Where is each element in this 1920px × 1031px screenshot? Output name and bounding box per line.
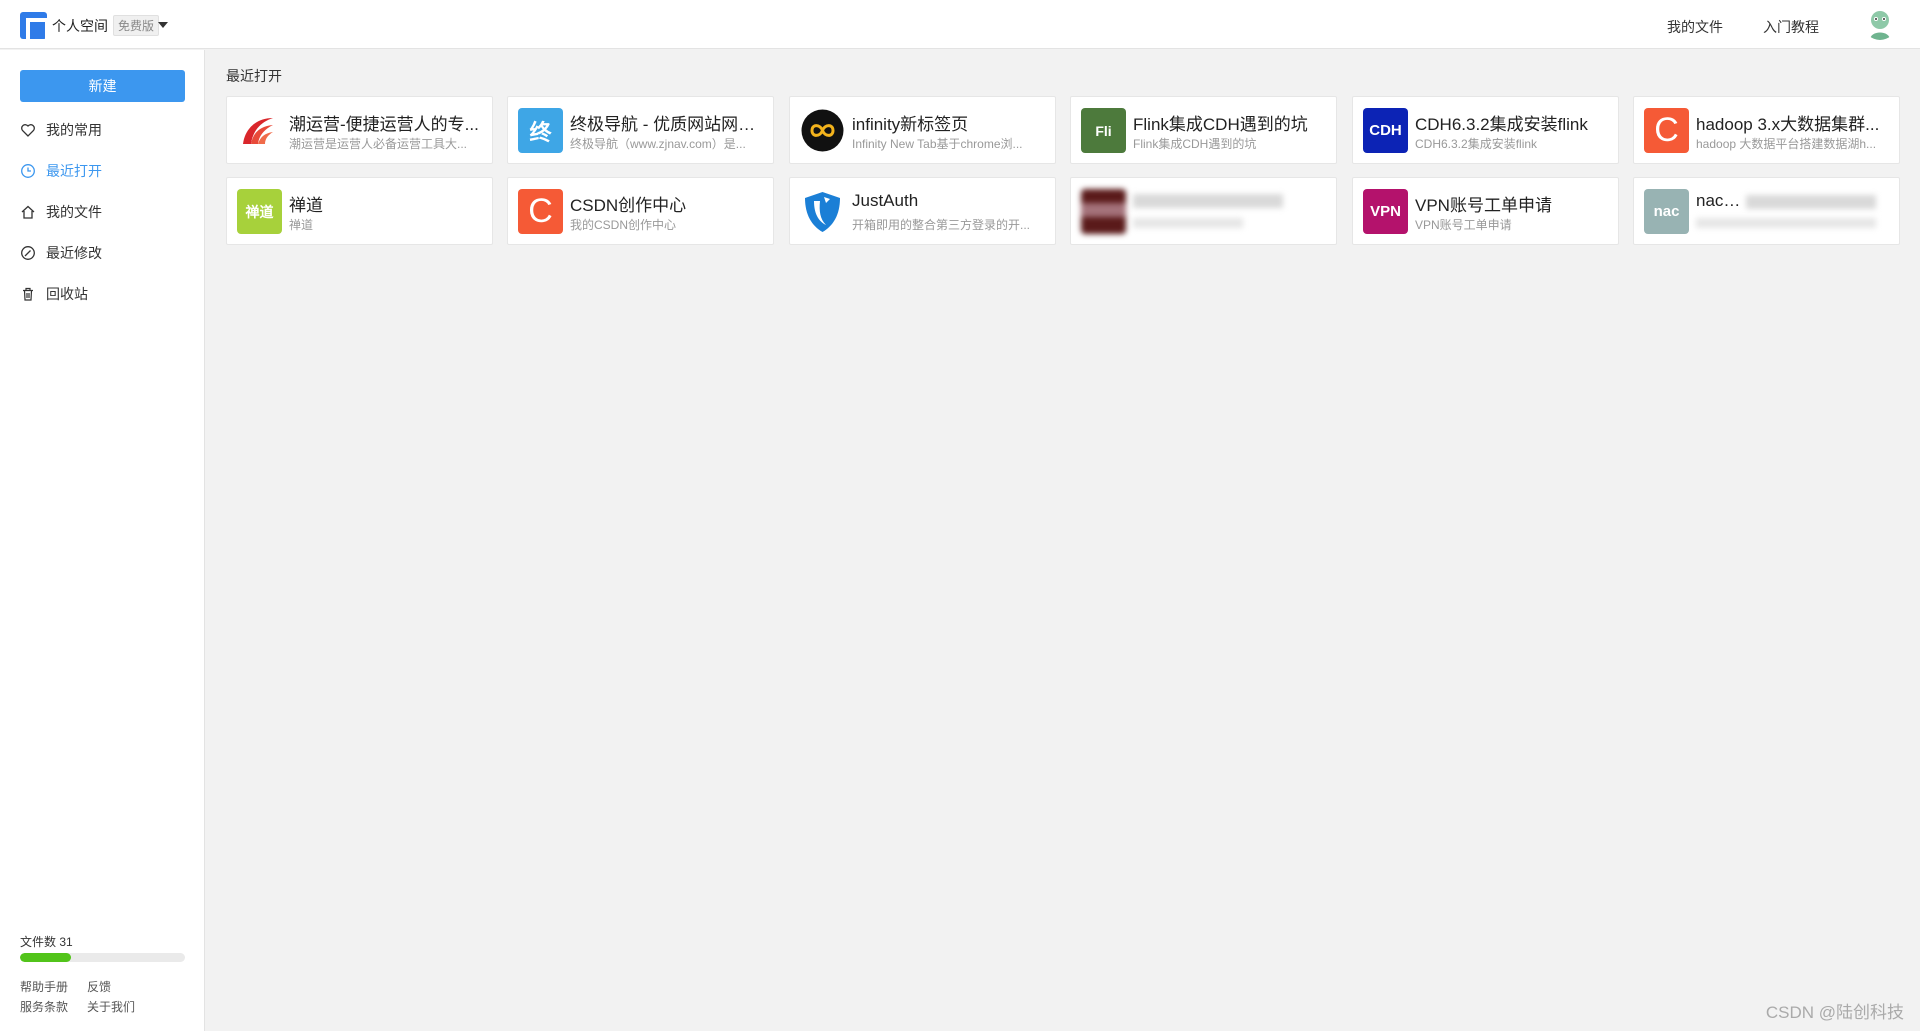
redacted-desc <box>1133 218 1243 228</box>
redacted-icon <box>1081 189 1126 234</box>
sidebar-item-label: 最近修改 <box>46 245 102 261</box>
plan-badge: 免费版 <box>113 15 160 36</box>
card-title: nacos- <box>1696 191 1746 210</box>
card-title: 终极导航 - 优质网站网址... <box>570 115 765 134</box>
nav-my-files[interactable]: 我的文件 <box>1667 17 1723 37</box>
top-bar: 个人空间 免费版 我的文件 入门教程 <box>0 0 1920 49</box>
card-title: VPN账号工单申请 <box>1415 196 1552 215</box>
recent-card[interactable]: infinity新标签页 Infinity New Tab基于chrome浏..… <box>789 96 1056 164</box>
chaoyunying-icon <box>237 108 282 153</box>
clock-icon <box>20 163 36 179</box>
sidebar-item-recent-edits[interactable]: 最近修改 <box>20 241 190 265</box>
help-link[interactable]: 帮助手册 <box>20 978 68 995</box>
card-desc: 禅道 <box>289 218 314 232</box>
flink-icon: Fli <box>1081 108 1126 153</box>
app-logo[interactable] <box>20 12 49 43</box>
sidebar-item-label: 最近打开 <box>46 163 102 179</box>
sidebar: 新建 我的常用 最近打开 我的文件 最近修改 回收站 文件数 31 帮助手册 反… <box>0 50 205 1031</box>
card-desc: 潮运营是运营人必备运营工具大... <box>289 137 468 151</box>
file-count: 文件数 31 <box>20 935 73 949</box>
card-title: hadoop 3.x大数据集群... <box>1696 115 1880 134</box>
nacos-icon: nac <box>1644 189 1689 234</box>
csdn-icon: C <box>1644 108 1689 153</box>
card-desc: hadoop 大数据平台搭建数据湖h... <box>1696 137 1877 151</box>
infinity-icon <box>800 108 845 153</box>
card-desc: 开箱即用的整合第三方登录的开... <box>852 218 1031 232</box>
edit-icon <box>20 245 36 261</box>
sidebar-item-favorites[interactable]: 我的常用 <box>20 118 190 142</box>
vpn-icon: VPN <box>1363 189 1408 234</box>
trash-icon <box>20 286 36 302</box>
sidebar-item-recent[interactable]: 最近打开 <box>20 159 190 183</box>
card-desc: VPN账号工单申请 <box>1415 218 1512 232</box>
new-button[interactable]: 新建 <box>20 70 185 102</box>
recent-card[interactable]: VPN VPN账号工单申请 VPN账号工单申请 <box>1352 177 1619 245</box>
card-desc: Infinity New Tab基于chrome浏... <box>852 137 1023 151</box>
card-title: 潮运营-便捷运营人的专... <box>289 115 479 134</box>
sidebar-item-label: 我的常用 <box>46 122 102 138</box>
about-link[interactable]: 关于我们 <box>87 998 135 1015</box>
home-icon <box>20 204 36 220</box>
nav-tutorial[interactable]: 入门教程 <box>1763 17 1819 37</box>
watermark: CSDN @陆创科技 <box>1765 1003 1904 1022</box>
sidebar-item-my-files[interactable]: 我的文件 <box>20 200 190 224</box>
recent-card[interactable]: 禅道 禅道 禅道 <box>226 177 493 245</box>
sidebar-item-label: 我的文件 <box>46 204 102 220</box>
recent-card[interactable] <box>1070 177 1337 245</box>
sidebar-item-trash[interactable]: 回收站 <box>20 282 190 306</box>
recent-card[interactable]: C CSDN创作中心 我的CSDN创作中心 <box>507 177 774 245</box>
card-title: 禅道 <box>289 196 323 215</box>
card-title: CSDN创作中心 <box>570 196 687 215</box>
redacted-title <box>1746 195 1876 209</box>
feedback-link[interactable]: 反馈 <box>87 978 111 995</box>
card-title: Flink集成CDH遇到的坑 <box>1133 115 1308 134</box>
card-title: infinity新标签页 <box>852 115 969 134</box>
card-title: JustAuth <box>852 191 919 210</box>
redacted-desc <box>1696 218 1876 228</box>
sidebar-item-label: 回收站 <box>46 286 88 302</box>
terms-link[interactable]: 服务条款 <box>20 998 68 1015</box>
card-desc: Flink集成CDH遇到的坑 <box>1133 137 1257 151</box>
card-desc: 终极导航（www.zjnav.com）是... <box>570 137 746 151</box>
card-desc: CDH6.3.2集成安装flink <box>1415 137 1538 151</box>
recent-card[interactable]: 终 终极导航 - 优质网站网址... 终极导航（www.zjnav.com）是.… <box>507 96 774 164</box>
avatar[interactable] <box>1864 8 1896 40</box>
recent-card[interactable]: 潮运营-便捷运营人的专... 潮运营是运营人必备运营工具大... <box>226 96 493 164</box>
recent-card[interactable]: JustAuth 开箱即用的整合第三方登录的开... <box>789 177 1056 245</box>
chevron-down-icon[interactable] <box>158 22 168 28</box>
storage-progress-fill <box>20 953 72 962</box>
zentao-icon: 禅道 <box>237 189 282 234</box>
recent-card[interactable]: C hadoop 3.x大数据集群... hadoop 大数据平台搭建数据湖h.… <box>1633 96 1900 164</box>
csdn-icon: C <box>518 189 563 234</box>
storage-progress-bar <box>20 953 185 962</box>
justauth-icon <box>800 189 845 234</box>
heart-icon <box>20 122 36 138</box>
card-desc: 我的CSDN创作中心 <box>570 218 677 232</box>
recent-card[interactable]: CDH CDH6.3.2集成安装flink CDH6.3.2集成安装flink <box>1352 96 1619 164</box>
card-title: CDH6.3.2集成安装flink <box>1415 115 1588 134</box>
recent-card[interactable]: nac nacos- <box>1633 177 1900 245</box>
recent-card[interactable]: Fli Flink集成CDH遇到的坑 Flink集成CDH遇到的坑 <box>1070 96 1337 164</box>
space-title[interactable]: 个人空间 <box>52 16 108 36</box>
section-title: 最近打开 <box>226 68 282 84</box>
zjnav-icon: 终 <box>518 108 563 153</box>
cdh-icon: CDH <box>1363 108 1408 153</box>
redacted-title <box>1133 194 1283 208</box>
